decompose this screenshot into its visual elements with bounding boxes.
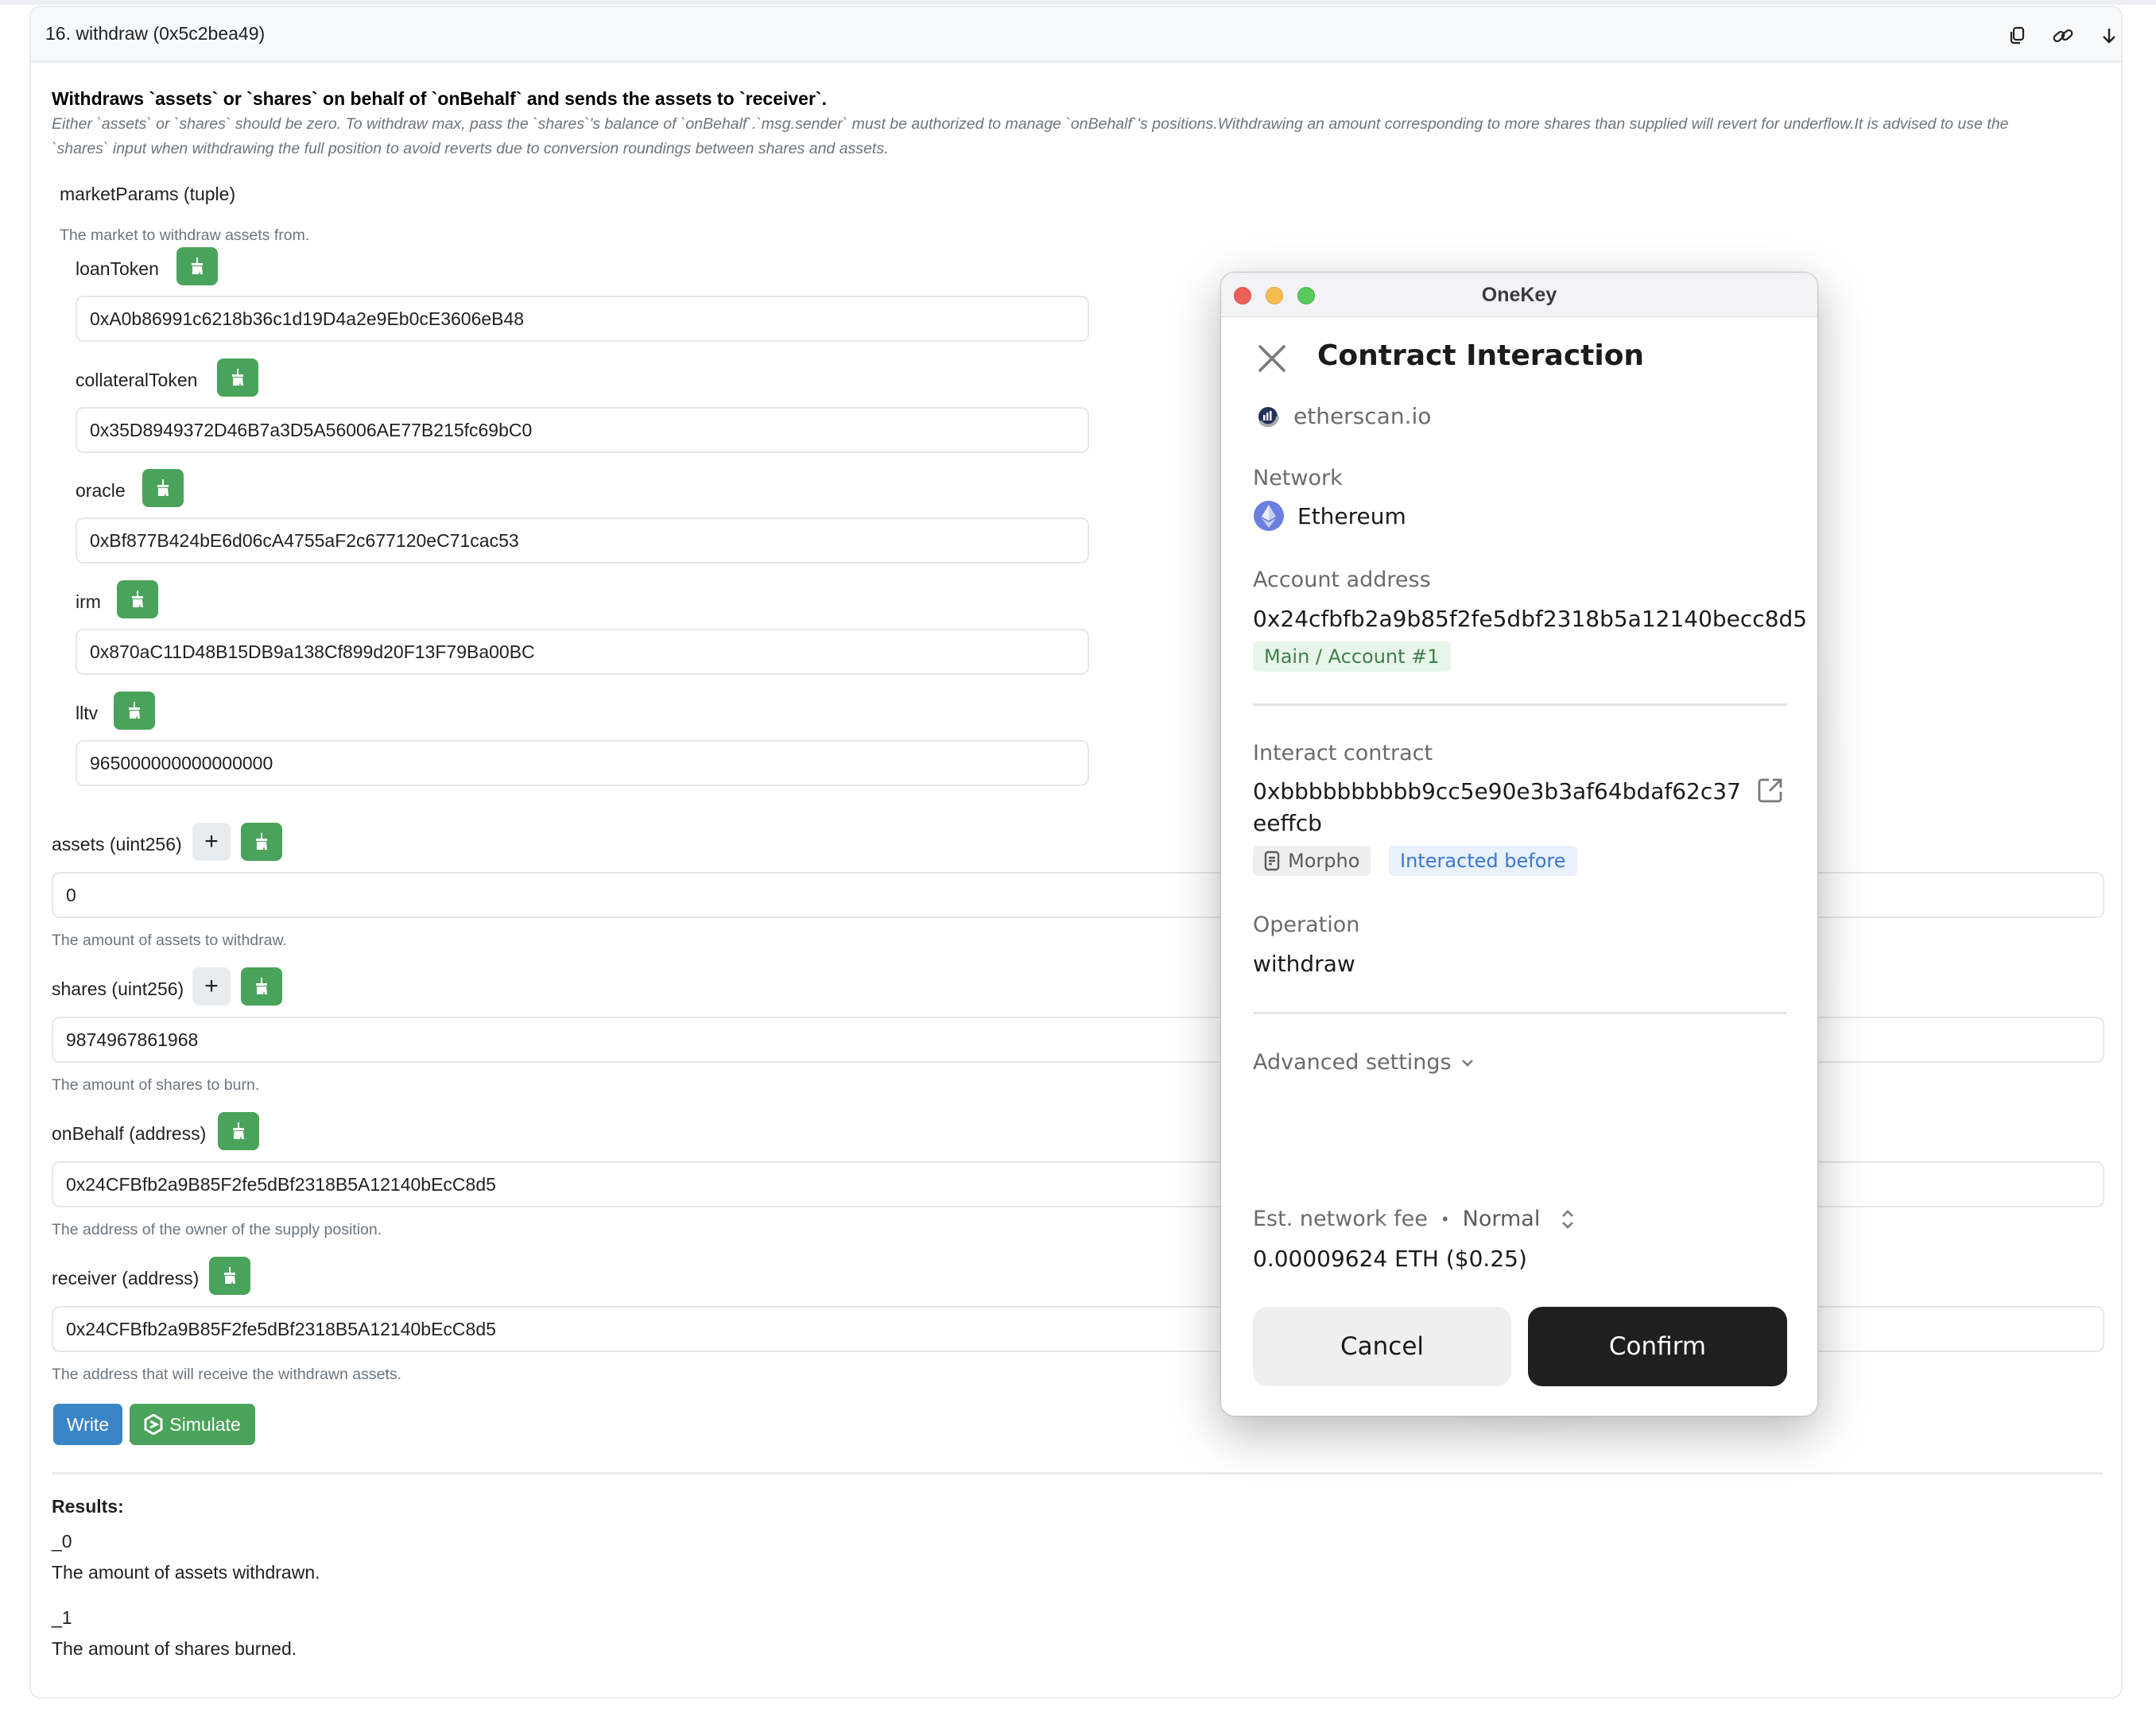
ethereum-icon: [1253, 500, 1285, 532]
result-0-desc: The amount of assets withdrawn.: [52, 1562, 320, 1583]
advanced-settings-label: Advanced settings: [1253, 1050, 1452, 1075]
result-1-name: _1: [52, 1607, 72, 1628]
receiver-label: receiver (address): [52, 1268, 200, 1289]
broom-icon: [129, 702, 140, 719]
plus-icon: +: [204, 828, 219, 854]
tenderly-icon: [144, 1414, 163, 1435]
fee-value: 0.00009624 ETH ($0.25): [1253, 1246, 1527, 1272]
contract-address-line-2: eeffcb: [1253, 810, 1322, 836]
market-params-help: The market to withdraw assets from.: [60, 227, 310, 244]
clear-assets-button[interactable]: [241, 823, 282, 861]
loan-token-label: loanToken: [76, 258, 159, 279]
simulate-label: Simulate: [169, 1413, 241, 1435]
broom-icon: [157, 479, 169, 496]
broom-icon: [256, 833, 267, 850]
clear-irm-button[interactable]: [117, 580, 158, 618]
onekey-dialog: OneKey Contract Interaction etherscan.io…: [1220, 272, 1818, 1416]
broom-icon: [232, 369, 243, 386]
section-divider: [1253, 1012, 1787, 1014]
oracle-label: oracle: [76, 480, 126, 501]
dialog-title: Contract Interaction: [1317, 339, 1645, 372]
broom-icon: [132, 591, 143, 607]
plus-icon: +: [204, 973, 219, 999]
function-title: 16. withdraw (0x5c2bea49): [45, 23, 266, 44]
clear-receiver-button[interactable]: [209, 1257, 250, 1295]
write-button[interactable]: Write: [53, 1404, 122, 1445]
clear-oracle-button[interactable]: [142, 469, 184, 507]
network-label: Network: [1253, 466, 1343, 490]
broom-icon: [224, 1267, 235, 1284]
clear-loan-token-button[interactable]: [176, 247, 218, 285]
on-behalf-label: onBehalf (address): [52, 1123, 207, 1144]
chevron-down-icon: [1461, 1059, 1473, 1067]
results-divider: [52, 1472, 2103, 1475]
broom-icon: [233, 1122, 244, 1139]
fee-separator: •: [1440, 1209, 1450, 1229]
document-icon: [1264, 851, 1280, 871]
operation-value: withdraw: [1253, 951, 1355, 977]
link-icon[interactable]: [2050, 23, 2076, 48]
advanced-settings-toggle[interactable]: Advanced settings: [1253, 1050, 1474, 1075]
receiver-help: The address that will receive the withdr…: [52, 1366, 402, 1383]
account-address: 0x24cfbfb2a9b85f2fe5dbf2318b5a12140becc8…: [1253, 606, 1808, 632]
results-title: Results:: [52, 1496, 124, 1517]
fee-label: Est. network fee: [1253, 1207, 1428, 1231]
window-title: OneKey: [1481, 284, 1557, 306]
collateral-token-label: collateralToken: [76, 370, 198, 390]
clear-lltv-button[interactable]: [114, 692, 155, 730]
function-description: Withdraws `assets` or `shares` on behalf…: [52, 88, 827, 109]
result-1-desc: The amount of shares burned.: [52, 1638, 297, 1659]
top-border: [0, 0, 2156, 5]
copy-icon[interactable]: [2004, 23, 2030, 48]
shares-help: The amount of shares to burn.: [52, 1076, 260, 1094]
arrow-down-icon[interactable]: [2096, 23, 2121, 48]
oracle-input[interactable]: [76, 517, 1089, 564]
lltv-input[interactable]: [76, 740, 1089, 786]
external-link-icon[interactable]: [1757, 777, 1784, 804]
network-fee-row: Est. network fee • Normal: [1253, 1207, 1575, 1231]
fee-speed[interactable]: Normal: [1463, 1207, 1541, 1231]
assets-help: The amount of assets to withdraw.: [52, 932, 287, 949]
origin-site: etherscan.io: [1293, 403, 1432, 429]
cancel-button[interactable]: Cancel: [1253, 1307, 1511, 1386]
function-notice-line-1: Either `assets` or `shares` should be ze…: [52, 115, 2009, 133]
section-divider: [1253, 703, 1787, 706]
operation-label: Operation: [1253, 913, 1360, 937]
contract-address-line-1: 0xbbbbbbbbbb9cc5e90e3b3af64bdaf62c37: [1253, 778, 1741, 804]
etherscan-icon: [1256, 405, 1280, 428]
collateral-token-input[interactable]: [76, 407, 1089, 453]
broom-icon: [192, 258, 203, 274]
chevron-up-down-icon: [1562, 1209, 1574, 1229]
close-icon[interactable]: [1256, 343, 1288, 374]
irm-input[interactable]: [76, 629, 1089, 675]
confirm-button[interactable]: Confirm: [1528, 1307, 1787, 1386]
interacted-before-badge: Interacted before: [1389, 846, 1577, 876]
function-card-header[interactable]: 16. withdraw (0x5c2bea49): [31, 7, 2121, 63]
on-behalf-help: The address of the owner of the supply p…: [52, 1221, 382, 1238]
simulate-button[interactable]: Simulate: [130, 1404, 255, 1445]
account-label: Account address: [1253, 568, 1431, 592]
result-0-name: _0: [52, 1531, 72, 1552]
clear-collateral-token-button[interactable]: [217, 358, 258, 397]
account-badge: Main / Account #1: [1253, 641, 1451, 672]
contract-name-badge: Morpho: [1253, 846, 1371, 876]
clear-shares-button[interactable]: [241, 967, 282, 1006]
shares-label: shares (uint256): [52, 979, 184, 999]
assets-multiply-button[interactable]: +: [192, 823, 231, 861]
irm-label: irm: [76, 591, 101, 612]
interact-contract-label: Interact contract: [1253, 741, 1433, 765]
shares-multiply-button[interactable]: +: [192, 967, 231, 1006]
clear-on-behalf-button[interactable]: [218, 1112, 259, 1150]
contract-name: Morpho: [1288, 850, 1360, 872]
assets-label: assets (uint256): [52, 834, 182, 854]
network-value: Ethereum: [1297, 503, 1406, 529]
loan-token-input[interactable]: [76, 296, 1089, 342]
market-params-label: marketParams (tuple): [60, 184, 236, 204]
window-titlebar[interactable]: OneKey: [1221, 273, 1817, 317]
lltv-label: lltv: [76, 703, 99, 723]
broom-icon: [256, 978, 267, 994]
function-notice-line-2: `shares` input when withdrawing the full…: [52, 140, 889, 157]
